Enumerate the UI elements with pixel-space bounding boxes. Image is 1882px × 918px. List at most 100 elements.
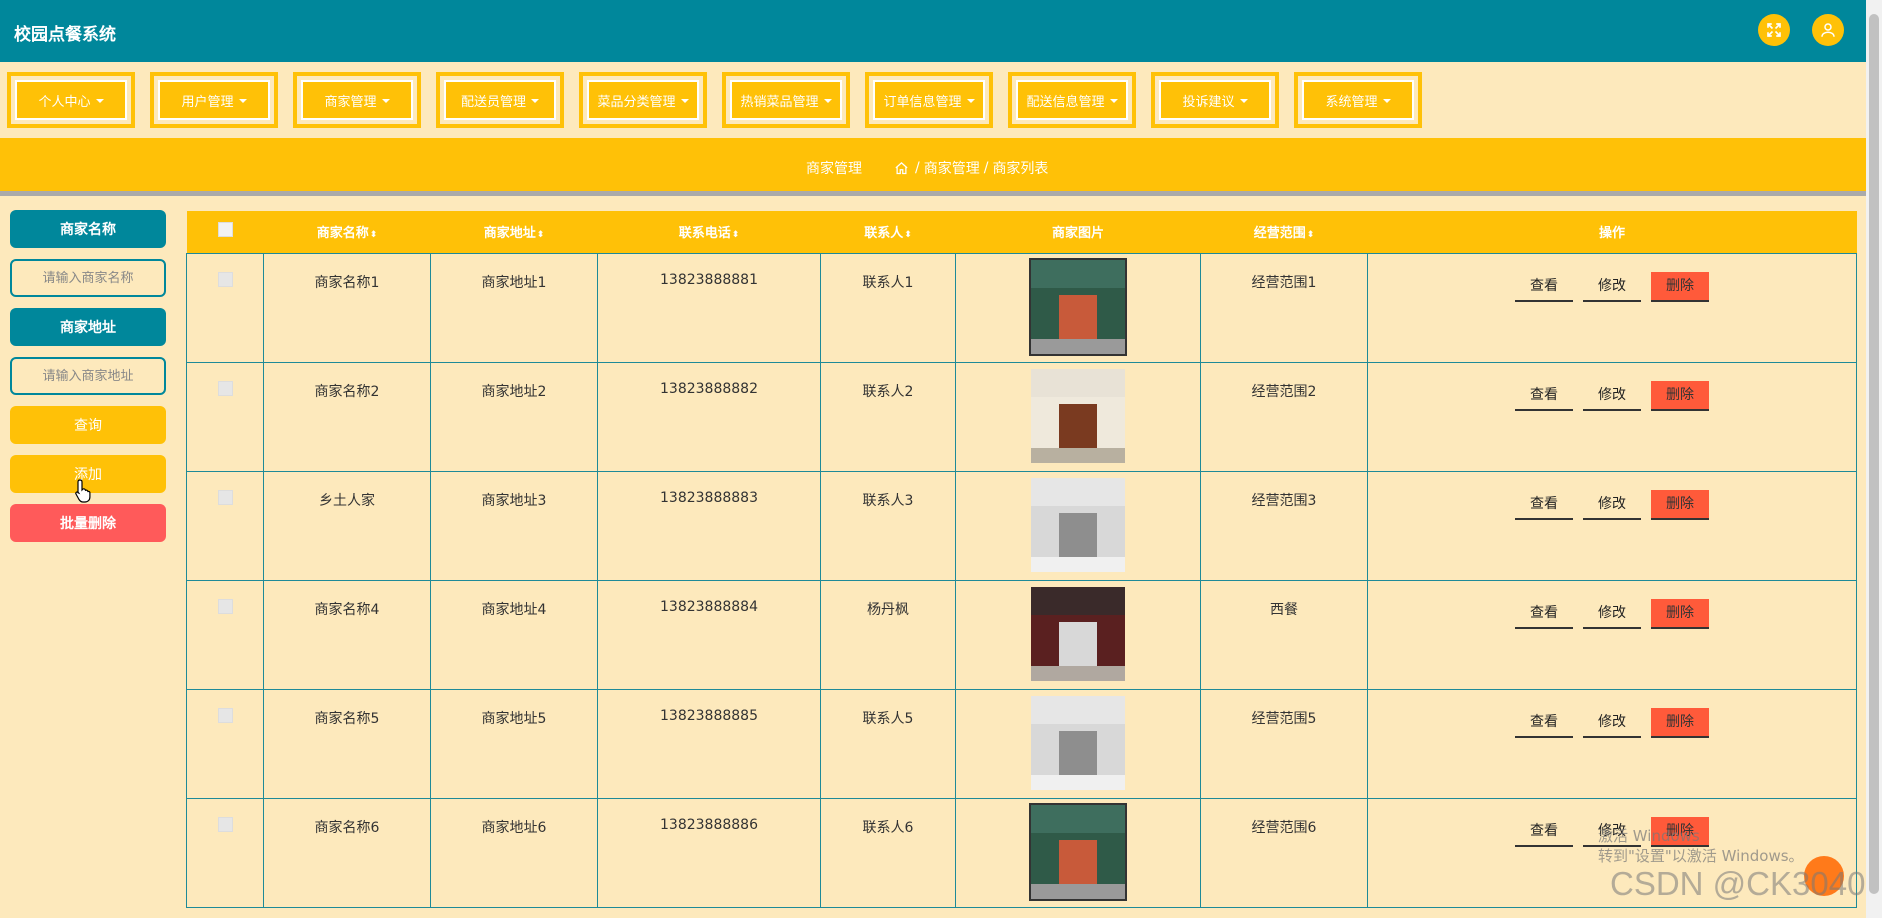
merchant-address-input[interactable] [10,357,166,395]
row-checkbox[interactable] [217,707,233,723]
main-menu: 个人中心 用户管理 商家管理 配送员管理 菜品分类管理 热销菜品管理 订单信息管… [0,62,1866,138]
table-row: 商家名称4 商家地址4 13823888884 杨丹枫 西餐 查看 修改 删除 [186,579,1857,690]
caret-down-icon [1109,99,1118,103]
contact-cell: 联系人2 [820,361,956,472]
contact-cell: 联系人6 [820,797,956,908]
scrollbar-thumb[interactable] [1869,14,1879,894]
row-checkbox[interactable] [217,598,233,614]
merchant-table: 商家名称⬍ 商家地址⬍ 联系电话⬍ 联系人⬍ 商家图片 经营范围⬍ 操作 商家名… [186,211,1857,908]
merchant-image[interactable] [1029,693,1127,792]
menu-item-merchant-management[interactable]: 商家管理 [293,72,421,128]
contact-cell: 联系人1 [820,252,956,363]
delete-button[interactable]: 删除 [1651,380,1709,411]
merchant-name-cell: 商家名称1 [263,252,431,363]
select-cell [186,470,264,581]
delete-button[interactable]: 删除 [1651,707,1709,738]
column-header: 操作 [1367,211,1857,253]
contact-cell: 联系人3 [820,470,956,581]
user-button[interactable] [1812,14,1844,46]
delete-button[interactable]: 删除 [1651,271,1709,302]
menu-item-delivery-management[interactable]: 配送信息管理 [1008,72,1136,128]
edit-button[interactable]: 修改 [1583,708,1641,738]
column-title: 操作 [1598,226,1625,242]
column-header[interactable]: 商家名称⬍ [263,211,431,253]
row-checkbox[interactable] [217,489,233,505]
phone-cell: 13823888886 [597,797,821,908]
menu-item-dish-category-management[interactable]: 菜品分类管理 [579,72,707,128]
select-cell [186,688,264,799]
view-button[interactable]: 查看 [1515,381,1573,411]
edit-button[interactable]: 修改 [1583,599,1641,629]
merchant-address-label: 商家地址 [10,308,166,346]
merchant-image[interactable] [1029,802,1127,901]
menu-item-user-management[interactable]: 用户管理 [150,72,278,128]
column-header[interactable]: 联系电话⬍ [597,211,821,253]
menu-label: 配送信息管理 [1026,94,1105,110]
merchant-name-input[interactable] [10,259,166,297]
caret-down-icon [95,99,104,103]
page-title: 商家管理 [806,161,862,177]
menu-item-system-management[interactable]: 系统管理 [1294,72,1422,128]
fullscreen-button[interactable] [1758,14,1790,46]
edit-button[interactable]: 修改 [1583,272,1641,302]
column-title: 联系人 [864,226,904,242]
scope-cell: 经营范围1 [1200,252,1368,363]
breadcrumb: / 商家管理 / 商家列表 [894,158,1048,178]
merchant-image[interactable] [1029,257,1127,356]
merchant-image[interactable] [1029,366,1127,465]
view-button[interactable]: 查看 [1515,817,1573,847]
batch-delete-button[interactable]: 批量删除 [10,504,166,542]
image-cell [955,252,1201,363]
merchant-address-cell: 商家地址6 [430,797,598,908]
watermark-line: 激活 Windows [1598,827,1700,845]
select-all-checkbox[interactable] [217,222,233,238]
view-button[interactable]: 查看 [1515,708,1573,738]
phone-cell: 13823888885 [597,688,821,799]
view-button[interactable]: 查看 [1515,599,1573,629]
caret-down-icon [238,99,247,103]
menu-item-courier-management[interactable]: 配送员管理 [436,72,564,128]
vertical-scrollbar[interactable] [1866,0,1882,918]
scope-cell: 经营范围5 [1200,688,1368,799]
column-header[interactable]: 经营范围⬍ [1200,211,1368,253]
image-cell [955,797,1201,908]
breadcrumb-item[interactable]: 商家管理 [924,158,980,178]
menu-label: 商家管理 [324,94,377,110]
actions-cell: 查看 修改 删除 [1367,688,1857,799]
merchant-image[interactable] [1029,584,1127,683]
column-header[interactable]: 商家地址⬍ [430,211,598,253]
image-cell [955,688,1201,799]
menu-label: 个人中心 [38,94,91,110]
caret-down-icon [531,99,539,103]
menu-item-order-management[interactable]: 订单信息管理 [865,72,993,128]
merchant-name-cell: 商家名称6 [263,797,431,908]
top-header: 校园点餐系统 [0,0,1866,62]
delete-button[interactable]: 删除 [1651,598,1709,629]
row-checkbox[interactable] [217,380,233,396]
edit-button[interactable]: 修改 [1583,381,1641,411]
phone-cell: 13823888881 [597,252,821,363]
menu-item-personal-center[interactable]: 个人中心 [7,72,135,128]
row-checkbox[interactable] [217,816,233,832]
menu-item-complaints[interactable]: 投诉建议 [1151,72,1279,128]
merchant-name-cell: 商家名称5 [263,688,431,799]
column-title: 联系电话 [678,226,731,242]
merchant-image[interactable] [1029,475,1127,574]
row-checkbox[interactable] [217,271,233,287]
select-cell [186,797,264,908]
column-header[interactable]: 联系人⬍ [820,211,956,253]
query-button[interactable]: 查询 [10,406,166,444]
breadcrumb-bar: 商家管理 / 商家管理 / 商家列表 [0,138,1866,196]
menu-label: 热销菜品管理 [740,94,819,110]
view-button[interactable]: 查看 [1515,490,1573,520]
view-button[interactable]: 查看 [1515,272,1573,302]
delete-button[interactable]: 删除 [1651,489,1709,520]
sort-icon: ⬍ [1306,230,1315,241]
edit-button[interactable]: 修改 [1583,490,1641,520]
actions-cell: 查看 修改 删除 [1367,470,1857,581]
home-icon[interactable] [894,161,909,176]
select-cell [186,252,264,363]
caret-down-icon [823,99,832,103]
menu-label: 菜品分类管理 [597,94,676,110]
menu-item-hot-dish-management[interactable]: 热销菜品管理 [722,72,850,128]
